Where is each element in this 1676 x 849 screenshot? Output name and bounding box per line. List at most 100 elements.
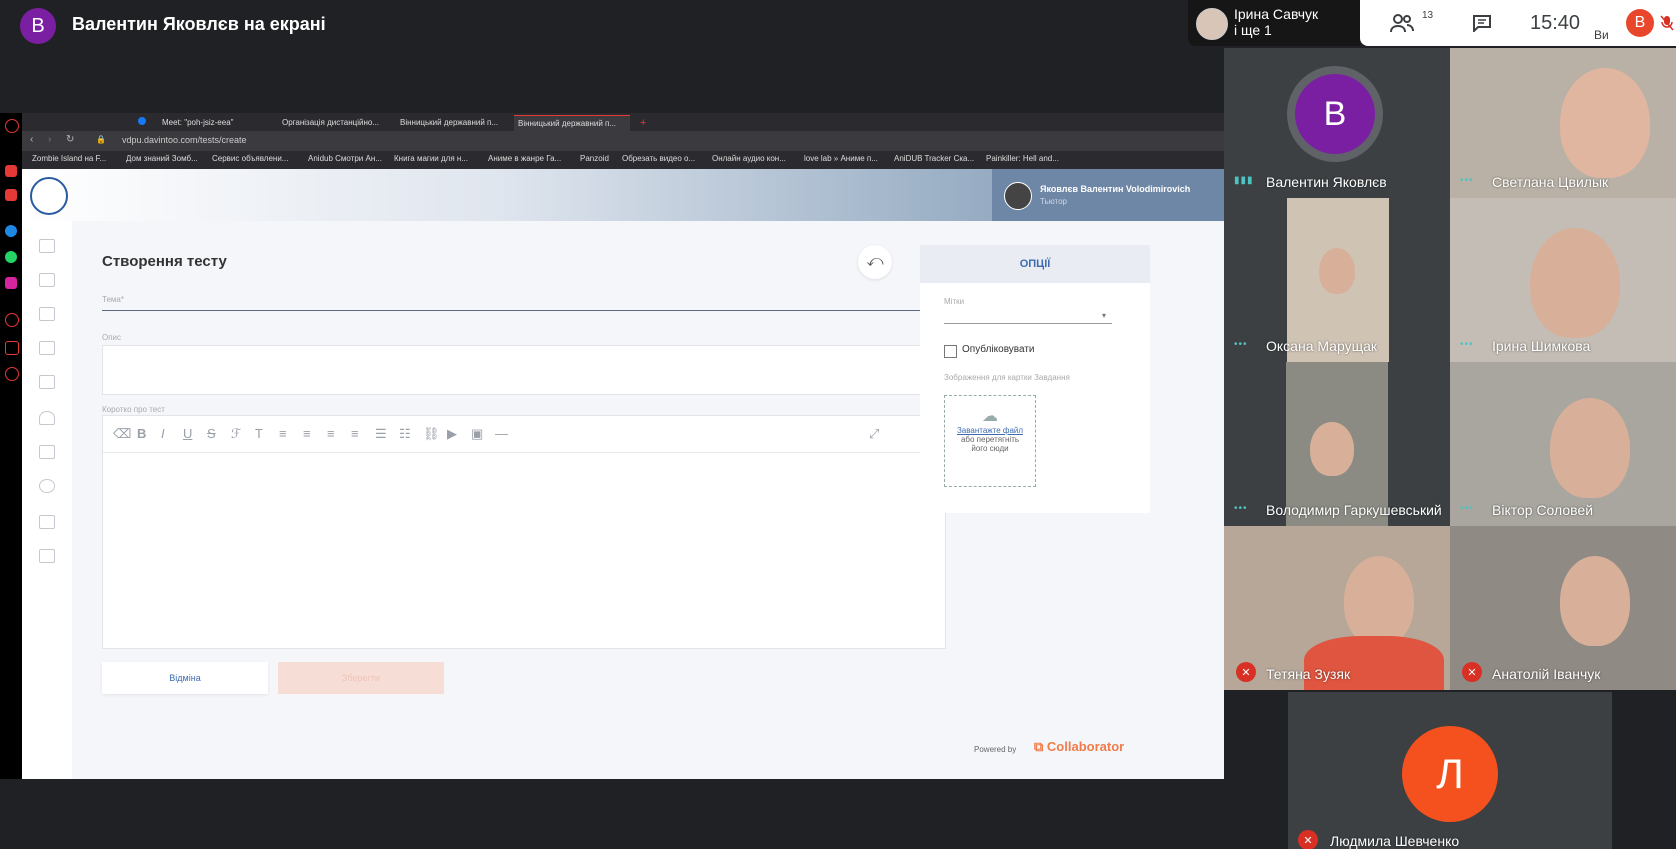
tab-facebook-icon[interactable]	[134, 115, 146, 131]
bookmark-item[interactable]: Anidub Смотри Ан...	[308, 154, 382, 163]
back-nav-icon[interactable]: ‹	[30, 134, 33, 145]
tab-vdpu-1[interactable]: Вінницький державний п...	[396, 115, 512, 131]
dock-icon-1[interactable]	[5, 165, 17, 177]
link-icon[interactable]: ⛓	[423, 426, 440, 442]
tags-select[interactable]	[944, 323, 1112, 324]
bookmark-item[interactable]: Обрезать видео о...	[622, 154, 695, 163]
participant-tile[interactable]: Л ✕ Людмила Шевченко	[1288, 692, 1612, 849]
participant-tile[interactable]: ✕ Анатолій Іванчук	[1450, 526, 1676, 690]
courses-icon[interactable]	[39, 273, 55, 287]
instagram-icon[interactable]	[5, 277, 17, 289]
collaborator-logo[interactable]: ⧉ Collaborator	[1034, 739, 1124, 755]
settings-icon[interactable]	[5, 367, 19, 381]
lock-icon: 🔒	[96, 135, 106, 144]
topic-input[interactable]	[102, 310, 944, 311]
library-icon[interactable]	[39, 341, 55, 355]
user-profile-box[interactable]: Яковлєв Валентин Volodimirovich Тьютор	[992, 169, 1224, 221]
align-center-icon[interactable]: ≡	[303, 426, 311, 441]
more-options-icon[interactable]: •••	[1234, 503, 1248, 514]
bold-icon[interactable]: B	[137, 426, 146, 441]
bookmark-item[interactable]: Онлайн аудио кон...	[712, 154, 786, 163]
editor-toolbar: ⌫ B I U S ℱ T ≡ ≡ ≡ ≡ ☰ ☷ ⛓ ▶ ▣ — ⤢	[103, 416, 945, 453]
participant-tile[interactable]: В ▮▮▮ Валентин Яковлєв	[1224, 48, 1450, 198]
participant-tile[interactable]: ••• Володимир Гаркушевський	[1224, 362, 1450, 526]
megaphone-icon[interactable]	[39, 445, 55, 459]
university-logo[interactable]	[30, 177, 68, 215]
participant-tile[interactable]: ••• Віктор Соловей	[1450, 362, 1676, 526]
participant-tile[interactable]: ••• Оксана Марущак	[1224, 198, 1450, 362]
bookmark-item[interactable]: AniDUB Tracker Ска...	[894, 154, 974, 163]
bookmark-item[interactable]: Zombie Island на F...	[32, 154, 106, 163]
font-size-icon[interactable]: T	[255, 426, 263, 441]
chat-bubbles-icon[interactable]	[39, 479, 55, 493]
numbered-list-icon[interactable]: ☷	[399, 426, 411, 442]
presenter-avatar: В	[20, 8, 56, 44]
topic-label: Тема*	[102, 295, 124, 304]
bookmark-item[interactable]: Painkiller: Hell and...	[986, 154, 1059, 163]
more-options-icon[interactable]: •••	[1460, 175, 1474, 186]
participant-tile[interactable]: ••• Светлана Цвилык	[1450, 48, 1676, 198]
new-tab-button[interactable]: +	[636, 115, 652, 131]
shared-screen: Meet: "poh-jsiz-eea" Організація дистанц…	[0, 113, 1224, 779]
bell-icon[interactable]	[39, 411, 55, 425]
more-options-icon[interactable]: •••	[1460, 503, 1474, 514]
chevron-down-icon[interactable]: ▾	[1102, 311, 1106, 320]
align-justify-icon[interactable]: ≡	[351, 426, 359, 441]
pinned-name: Ірина Савчук	[1234, 6, 1319, 22]
align-right-icon[interactable]: ≡	[327, 426, 335, 441]
participant-tile[interactable]: ✕ Тетяна Зузяк	[1224, 526, 1450, 690]
bookmark-item[interactable]: Дом знаний Зомб...	[126, 154, 198, 163]
more-options-icon[interactable]: •••	[1460, 339, 1474, 350]
messenger-icon[interactable]	[5, 225, 17, 237]
description-textarea[interactable]	[102, 345, 944, 395]
forward-nav-icon[interactable]: ›	[48, 134, 51, 145]
bookmark-item[interactable]: love lab » Аниме п...	[804, 154, 878, 163]
bookmark-item[interactable]: Сервис объявлени...	[212, 154, 288, 163]
self-account[interactable]: В	[1622, 0, 1658, 46]
tab-vdpu-active[interactable]: Вінницький державний п...	[514, 115, 630, 132]
reports-icon[interactable]	[39, 549, 55, 563]
bookmark-item[interactable]: Книга магии для н...	[394, 154, 468, 163]
font-family-icon[interactable]: ℱ	[231, 426, 241, 442]
fullscreen-icon[interactable]: ⤢	[869, 426, 879, 442]
strikethrough-icon[interactable]: S	[207, 426, 216, 441]
eraser-icon[interactable]: ⌫	[113, 426, 131, 442]
more-options-icon[interactable]: •••	[1234, 339, 1248, 350]
browser-address-bar[interactable]: ‹ › ↻ 🔒 vdpu.davintoo.com/tests/create	[22, 131, 1224, 151]
upload-link[interactable]: Завантажте файл	[945, 426, 1035, 435]
participants-button[interactable]: 13	[1380, 0, 1433, 46]
opera-icon[interactable]	[5, 119, 19, 133]
whatsapp-icon[interactable]	[5, 251, 17, 263]
users-icon[interactable]	[39, 375, 55, 389]
participant-name: Володимир Гаркушевський	[1266, 502, 1442, 518]
chat-button[interactable]	[1462, 0, 1502, 46]
back-button[interactable]: ⤺	[858, 245, 892, 279]
video-icon[interactable]: ▶	[447, 426, 457, 442]
rich-text-editor[interactable]: ⌫ B I U S ℱ T ≡ ≡ ≡ ≡ ☰ ☷ ⛓ ▶ ▣ — ⤢	[102, 415, 946, 649]
cube-icon[interactable]	[5, 341, 19, 355]
italic-icon[interactable]: I	[161, 426, 165, 441]
participant-tile[interactable]: ••• Ірина Шимкова	[1450, 198, 1676, 362]
save-button[interactable]: Зберегти	[278, 662, 444, 694]
documents-icon[interactable]	[39, 307, 55, 321]
publish-checkbox[interactable]	[944, 345, 957, 358]
url-text[interactable]: vdpu.davintoo.com/tests/create	[122, 135, 247, 145]
underline-icon[interactable]: U	[183, 426, 192, 441]
bookmark-item[interactable]: Аниме в жанре Га...	[488, 154, 561, 163]
tab-meet[interactable]: Meet: "poh-jsiz-eea"	[158, 115, 276, 131]
image-upload-dropzone[interactable]: ☁ Завантажте файл або перетягніть його с…	[944, 395, 1036, 487]
tab-organization[interactable]: Організація дистанційно...	[278, 115, 394, 131]
reload-icon[interactable]: ↻	[66, 134, 74, 145]
bookmark-item[interactable]: Panzoid	[580, 154, 609, 163]
cancel-button[interactable]: Відміна	[102, 662, 268, 694]
horizontal-rule-icon[interactable]: —	[495, 426, 508, 441]
align-left-icon[interactable]: ≡	[279, 426, 287, 441]
dock-icon-2[interactable]	[5, 189, 17, 201]
dashboard-icon[interactable]	[39, 239, 55, 253]
image-icon[interactable]: ▣	[471, 426, 483, 442]
bullet-list-icon[interactable]: ☰	[375, 426, 387, 442]
self-mic-status[interactable]	[1658, 0, 1676, 46]
hourglass-icon[interactable]	[39, 515, 55, 529]
pinned-participants[interactable]: Ірина Савчук і ще 1	[1188, 0, 1360, 46]
history-icon[interactable]	[5, 313, 19, 327]
